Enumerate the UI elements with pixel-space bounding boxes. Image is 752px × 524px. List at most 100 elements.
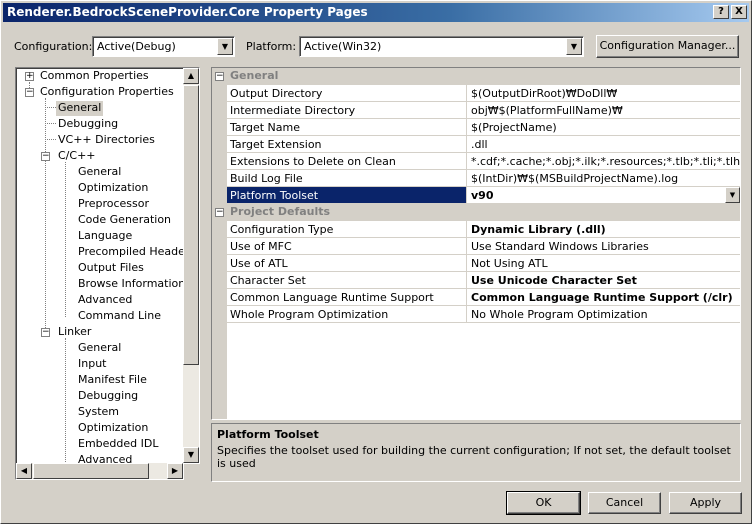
apply-button[interactable]: Apply [669, 492, 742, 514]
scroll-up-icon[interactable]: ▲ [183, 68, 199, 84]
property-value[interactable]: Dynamic Library (.dll) [467, 221, 740, 238]
property-row[interactable]: Intermediate Directory obj₩$(PlatformFul… [227, 102, 740, 119]
tree-connector [65, 162, 66, 317]
property-name: Intermediate Directory [227, 102, 467, 119]
property-row[interactable]: Build Log File $(IntDir)₩$(MSBuildProjec… [227, 170, 740, 187]
tree-item-linker-debugging[interactable]: Debugging [76, 389, 140, 404]
property-value-dropdown[interactable]: v90 ▼ [467, 187, 740, 204]
property-name: Common Language Runtime Support [227, 289, 467, 306]
category-general[interactable]: − General [212, 68, 740, 85]
property-value[interactable]: Not Using ATL [467, 255, 740, 272]
grid-gutter [212, 68, 227, 419]
property-row-selected[interactable]: Platform Toolset v90 ▼ [227, 187, 740, 204]
property-name: Configuration Type [227, 221, 467, 238]
property-value[interactable]: $(OutputDirRoot)₩DoDll₩ [467, 85, 740, 102]
tree-item-linker-optimization[interactable]: Optimization [76, 421, 150, 436]
property-value[interactable]: Common Language Runtime Support (/clr) [467, 289, 740, 306]
property-value[interactable]: Use Standard Windows Libraries [467, 238, 740, 255]
scroll-right-icon[interactable]: ▶ [167, 463, 183, 479]
collapse-icon[interactable]: − [215, 208, 224, 217]
collapse-icon[interactable]: − [41, 328, 50, 337]
property-value[interactable]: *.cdf;*.cache;*.obj;*.ilk;*.resources;*.… [467, 153, 740, 170]
tree-item-cpp-command-line[interactable]: Command Line [76, 309, 163, 324]
tree-item-cpp[interactable]: C/C++ [56, 149, 98, 164]
tree-connector [47, 123, 56, 124]
tree-item-linker[interactable]: Linker [56, 325, 93, 340]
tree-item-cpp-precompiled-headers[interactable]: Precompiled Headers [76, 245, 197, 260]
expand-icon[interactable]: + [25, 72, 34, 81]
tree-item-debugging[interactable]: Debugging [56, 117, 120, 132]
tree-item-cpp-code-generation[interactable]: Code Generation [76, 213, 173, 228]
property-value[interactable]: .dll [467, 136, 740, 153]
tree-item-cpp-language[interactable]: Language [76, 229, 134, 244]
property-value[interactable]: $(ProjectName) [467, 119, 740, 136]
tree-item-linker-embedded-idl[interactable]: Embedded IDL [76, 437, 160, 452]
tree-item-linker-input[interactable]: Input [76, 357, 108, 372]
configuration-dropdown[interactable]: Active(Debug) ▼ [92, 36, 235, 57]
property-name: Extensions to Delete on Clean [227, 153, 467, 170]
tree-item-linker-general[interactable]: General [76, 341, 123, 356]
category-label: General [230, 69, 279, 82]
property-name: Use of MFC [227, 238, 467, 255]
property-value[interactable]: $(IntDir)₩$(MSBuildProjectName).log [467, 170, 740, 187]
property-grid[interactable]: − General Output Directory $(OutputDirRo… [211, 67, 741, 420]
property-name: Target Extension [227, 136, 467, 153]
cancel-button[interactable]: Cancel [588, 492, 661, 514]
title-bar[interactable]: Renderer.BedrockSceneProvider.Core Prope… [3, 3, 749, 22]
property-row[interactable]: Use of ATL Not Using ATL [227, 255, 740, 272]
tree-item-configuration-properties[interactable]: Configuration Properties [38, 85, 176, 100]
property-value[interactable]: Use Unicode Character Set [467, 272, 740, 289]
tree-vertical-scrollbar[interactable]: ▲ ▼ [183, 68, 199, 463]
category-project-defaults[interactable]: − Project Defaults [212, 204, 740, 221]
chevron-down-icon[interactable]: ▼ [725, 187, 740, 203]
property-pages-dialog: Renderer.BedrockSceneProvider.Core Prope… [0, 0, 752, 524]
property-value[interactable]: No Whole Program Optimization [467, 306, 740, 323]
description-title: Platform Toolset [217, 428, 319, 441]
platform-value: Active(Win32) [304, 40, 382, 53]
collapse-icon[interactable]: − [41, 152, 50, 161]
property-row[interactable]: Output Directory $(OutputDirRoot)₩DoDll₩ [227, 85, 740, 102]
close-button[interactable]: X [731, 5, 747, 19]
configuration-manager-button[interactable]: Configuration Manager... [596, 35, 739, 58]
collapse-icon[interactable]: − [25, 88, 34, 97]
property-name: Use of ATL [227, 255, 467, 272]
property-row[interactable]: Whole Program Optimization No Whole Prog… [227, 306, 740, 323]
property-row[interactable]: Common Language Runtime Support Common L… [227, 289, 740, 306]
property-row[interactable]: Configuration Type Dynamic Library (.dll… [227, 221, 740, 238]
tree-item-cpp-output-files[interactable]: Output Files [76, 261, 146, 276]
tree-item-linker-manifest-file[interactable]: Manifest File [76, 373, 149, 388]
property-name: Target Name [227, 119, 467, 136]
property-row[interactable]: Use of MFC Use Standard Windows Librarie… [227, 238, 740, 255]
category-label: Project Defaults [230, 205, 331, 218]
tree-item-cpp-browse-information[interactable]: Browse Information [76, 277, 187, 292]
ok-button[interactable]: OK [506, 491, 581, 515]
collapse-icon[interactable]: − [215, 72, 224, 81]
property-name: Character Set [227, 272, 467, 289]
tree-item-linker-system[interactable]: System [76, 405, 121, 420]
tree-item-cpp-optimization[interactable]: Optimization [76, 181, 150, 196]
tree-item-cpp-general[interactable]: General [76, 165, 123, 180]
platform-dropdown[interactable]: Active(Win32) ▼ [299, 36, 584, 57]
tree-item-cpp-preprocessor[interactable]: Preprocessor [76, 197, 151, 212]
property-tree[interactable]: + Common Properties − Configuration Prop… [15, 67, 200, 480]
tree-item-common-properties[interactable]: Common Properties [38, 69, 151, 84]
property-row[interactable]: Character Set Use Unicode Character Set [227, 272, 740, 289]
property-name: Whole Program Optimization [227, 306, 467, 323]
scroll-thumb[interactable] [33, 463, 149, 479]
tree-item-cpp-advanced[interactable]: Advanced [76, 293, 134, 308]
chevron-down-icon[interactable]: ▼ [217, 38, 233, 55]
property-value[interactable]: obj₩$(PlatformFullName)₩ [467, 102, 740, 119]
property-row[interactable]: Target Name $(ProjectName) [227, 119, 740, 136]
property-row[interactable]: Extensions to Delete on Clean *.cdf;*.ca… [227, 153, 740, 170]
scroll-left-icon[interactable]: ◀ [16, 463, 32, 479]
tree-horizontal-scrollbar[interactable]: ◀ ▶ [16, 463, 183, 479]
property-name: Build Log File [227, 170, 467, 187]
window-title: Renderer.BedrockSceneProvider.Core Prope… [7, 5, 368, 19]
property-row[interactable]: Target Extension .dll [227, 136, 740, 153]
help-button[interactable]: ? [713, 5, 729, 19]
scroll-down-icon[interactable]: ▼ [183, 447, 199, 463]
tree-item-vc-directories[interactable]: VC++ Directories [56, 133, 157, 148]
scroll-thumb[interactable] [183, 85, 199, 365]
tree-item-general[interactable]: General [56, 101, 104, 116]
chevron-down-icon[interactable]: ▼ [566, 38, 582, 55]
